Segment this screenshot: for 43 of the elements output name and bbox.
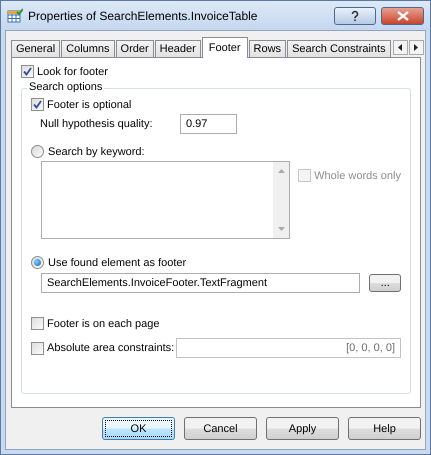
checkbox[interactable] — [31, 317, 44, 330]
radio-label: Use found element as footer — [48, 256, 186, 268]
scrollbar[interactable] — [273, 162, 290, 238]
checkbox[interactable] — [31, 98, 44, 111]
table-icon — [7, 8, 23, 24]
checkbox[interactable] — [31, 342, 44, 354]
text-area[interactable] — [41, 161, 290, 239]
input-field[interactable]: SearchElements.InvoiceFooter.TextFragment — [41, 273, 360, 293]
tab[interactable]: Footer — [202, 37, 248, 58]
dialog-button[interactable]: Apply — [266, 417, 339, 440]
tab[interactable]: Search Constraints — [287, 40, 391, 57]
checkbox-label: Footer is optional — [47, 98, 132, 110]
dialog-button[interactable]: Cancel — [184, 417, 257, 440]
help-button[interactable] — [334, 6, 376, 24]
close-icon — [396, 10, 408, 20]
down-arrow-icon[interactable] — [278, 227, 285, 231]
checkbox-label: Whole words only — [314, 170, 401, 182]
group-title: Search options — [27, 81, 104, 93]
radio-button[interactable] — [31, 145, 44, 158]
help-icon — [349, 10, 361, 22]
checkbox-label: Look for footer — [37, 66, 108, 78]
up-arrow-icon[interactable] — [278, 169, 285, 173]
tab[interactable]: Rows — [248, 40, 286, 57]
checkbox-label: Absolute area constraints: — [47, 342, 176, 354]
checkbox-label: Footer is on each page — [47, 318, 160, 330]
radio-button[interactable] — [31, 256, 44, 269]
scroll-left-button[interactable] — [392, 40, 408, 55]
radio-label: Search by keyword: — [48, 146, 145, 158]
tab[interactable]: Order — [116, 40, 154, 57]
right-arrow-icon — [414, 44, 418, 51]
close-button[interactable] — [381, 6, 424, 24]
field-label: Null hypothesis quality: — [40, 118, 154, 130]
scroll-right-button[interactable] — [408, 40, 424, 55]
dialog-button[interactable]: Help — [348, 417, 421, 440]
left-arrow-icon — [398, 44, 402, 51]
input-field[interactable]: 0.97 — [180, 114, 237, 134]
dialog-button[interactable]: OK — [102, 417, 175, 440]
tab[interactable]: Header — [154, 40, 201, 57]
browse-button[interactable]: ... — [369, 274, 401, 292]
window-title: Properties of SearchElements.InvoiceTable — [28, 8, 258, 22]
tab[interactable]: General — [11, 40, 60, 57]
checkbox[interactable] — [21, 65, 34, 78]
tab[interactable]: Columns — [61, 40, 115, 57]
